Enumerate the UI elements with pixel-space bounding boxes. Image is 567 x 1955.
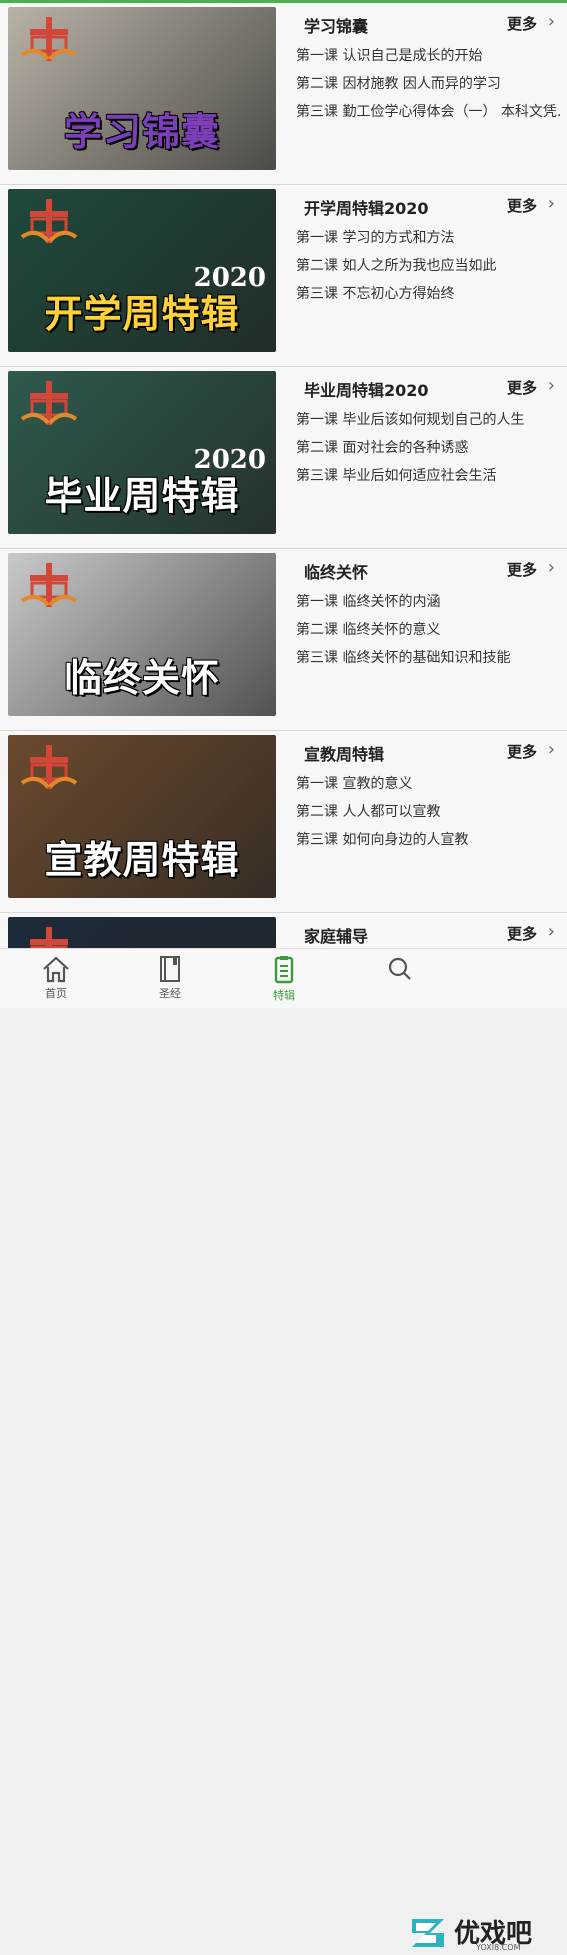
feature-title-row: 临终关怀 更多 › (296, 557, 561, 583)
church-emblem-icon (20, 381, 78, 425)
lesson-link[interactable]: 第三课 如何向身边的人宣教 (296, 829, 561, 847)
lesson-link[interactable]: 第三课 不忘初心方得始终 (296, 283, 561, 301)
church-emblem-icon (20, 199, 78, 243)
feature-title[interactable]: 学习锦囊 (304, 13, 368, 37)
feature-card[interactable]: 家庭辅导 更多 › (0, 913, 567, 948)
feature-card[interactable]: 临终关怀 临终关怀 更多 › 第一课 临终关怀的内涵 第二课 临终关怀的意义 第三课 临终关… (0, 549, 567, 731)
lesson-link[interactable]: 第一课 认识自己是成长的开始 (296, 45, 561, 63)
tab-search[interactable] (370, 955, 430, 1007)
lesson-link[interactable]: 第三课 临终关怀的基础知识和技能 (296, 647, 561, 665)
lesson-link[interactable]: 第二课 人人都可以宣教 (296, 801, 561, 819)
lesson-link[interactable]: 第一课 宣教的意义 (296, 773, 561, 791)
feature-info: 宣教周特辑 更多 › 第一课 宣教的意义 第二课 人人都可以宣教 第三课 如何向身边的人宣… (296, 739, 561, 847)
thumbnail-caption: 开学周特辑 (44, 292, 240, 336)
more-link[interactable]: 更多 (507, 377, 537, 398)
lesson-link[interactable]: 第二课 因材施教 因人而异的学习 (296, 73, 561, 91)
church-emblem-icon (20, 563, 78, 607)
bottom-tab-bar: 首页 圣经 特辑 优戏吧 YOXI8.COM (0, 948, 567, 1952)
feature-title[interactable]: 临终关怀 (304, 559, 368, 583)
thumbnail-caption: 学习锦囊 (63, 110, 220, 154)
feature-info: 学习锦囊 更多 › 第一课 认识自己是成长的开始 第二课 因材施教 因人而异的学习 第三课… (296, 11, 561, 119)
feature-thumbnail[interactable]: 学习锦囊 (8, 7, 276, 170)
more-link[interactable]: 更多 (507, 559, 537, 580)
feature-title-row: 家庭辅导 更多 › (296, 921, 561, 947)
feature-title[interactable]: 家庭辅导 (304, 923, 368, 947)
lesson-link[interactable]: 第三课 勤工俭学心得体会（一） 本科文凭… (296, 101, 561, 119)
more-link[interactable]: 更多 (507, 13, 537, 34)
lesson-link[interactable]: 第二课 临终关怀的意义 (296, 619, 561, 637)
feature-card[interactable]: 宣教周特辑 宣教周特辑 更多 › 第一课 宣教的意义 第二课 人人都可以宣教 第三课 如何向… (0, 731, 567, 913)
chevron-right-icon[interactable]: › (548, 739, 555, 760)
lesson-link[interactable]: 第一课 毕业后该如何规划自己的人生 (296, 409, 561, 427)
search-icon (388, 957, 411, 980)
tab-special[interactable]: 特辑 (254, 955, 314, 1007)
thumbnail-caption: 宣教周特辑 (44, 838, 240, 882)
chevron-right-icon[interactable]: › (548, 557, 555, 578)
feature-title[interactable]: 毕业周特辑2020 (304, 377, 429, 401)
tab-special-label: 特辑 (273, 989, 295, 1002)
church-emblem-icon (20, 745, 78, 789)
feature-title-row: 学习锦囊 更多 › (296, 11, 561, 37)
feature-info: 开学周特辑2020 更多 › 第一课 学习的方式和方法 第二课 如人之所为我也应当如此第… (296, 193, 561, 301)
book-icon (160, 956, 180, 982)
chevron-right-icon[interactable]: › (548, 11, 555, 32)
tab-home-label: 首页 (45, 987, 67, 1000)
home-icon (43, 956, 69, 983)
chevron-right-icon[interactable]: › (548, 375, 555, 396)
church-emblem-icon (30, 927, 68, 948)
feature-info: 毕业周特辑2020 更多 › 第一课 毕业后该如何规划自己的人生 第二课 面对社会的各种… (296, 375, 561, 483)
lesson-link[interactable]: 第二课 如人之所为我也应当如此 (296, 255, 561, 273)
church-emblem-icon (20, 17, 78, 61)
feature-thumbnail[interactable]: 宣教周特辑 (8, 735, 276, 898)
feature-card[interactable]: 2020 开学周特辑 开学周特辑2020 更多 › 第一课 学习的方式和方法 第二课 如人之… (0, 185, 567, 367)
document-list-icon (274, 956, 294, 984)
more-link[interactable]: 更多 (507, 923, 537, 944)
more-link[interactable]: 更多 (507, 741, 537, 762)
thumbnail-caption: 毕业周特辑 (44, 474, 240, 518)
lesson-link[interactable]: 第二课 面对社会的各种诱惑 (296, 437, 561, 455)
feature-title-row: 宣教周特辑 更多 › (296, 739, 561, 765)
feature-card[interactable]: 学习锦囊 学习锦囊 更多 › 第一课 认识自己是成长的开始 第二课 因材施教 因人而异的学… (0, 3, 567, 185)
lesson-link[interactable]: 第一课 临终关怀的内涵 (296, 591, 561, 609)
watermark-subtext: YOXI8.COM (476, 1943, 521, 1952)
lesson-link[interactable]: 第三课 毕业后如何适应社会生活 (296, 465, 561, 483)
feature-title[interactable]: 开学周特辑2020 (304, 195, 429, 219)
feature-info: 临终关怀 更多 › 第一课 临终关怀的内涵 第二课 临终关怀的意义 第三课 临终关怀的基础… (296, 557, 561, 665)
feature-title[interactable]: 宣教周特辑 (304, 741, 384, 765)
tab-home[interactable]: 首页 (26, 955, 86, 1007)
feature-thumbnail[interactable]: 2020 开学周特辑 (8, 189, 276, 352)
tab-bible-label: 圣经 (159, 987, 181, 1000)
tab-bible[interactable]: 圣经 (140, 955, 200, 1007)
feature-thumbnail[interactable]: 2020 毕业周特辑 (8, 371, 276, 534)
more-link[interactable]: 更多 (507, 195, 537, 216)
feature-info: 家庭辅导 更多 › (296, 921, 561, 947)
chevron-right-icon[interactable]: › (548, 921, 555, 942)
feature-card[interactable]: 2020 毕业周特辑 毕业周特辑2020 更多 › 第一课 毕业后该如何规划自己的人生 第二… (0, 367, 567, 549)
feature-thumbnail[interactable] (8, 917, 276, 948)
feature-list[interactable]: 学习锦囊 学习锦囊 更多 › 第一课 认识自己是成长的开始 第二课 因材施教 因人而异的学… (0, 3, 567, 948)
feature-title-row: 毕业周特辑2020 更多 › (296, 375, 561, 401)
lesson-link[interactable]: 第一课 学习的方式和方法 (296, 227, 561, 245)
thumbnail-caption: 临终关怀 (63, 656, 220, 700)
feature-title-row: 开学周特辑2020 更多 › (296, 193, 561, 219)
brand-logo-icon (412, 1919, 444, 1947)
watermark-logo: 优戏吧 YOXI8.COM (404, 1911, 564, 1955)
chevron-right-icon[interactable]: › (548, 193, 555, 214)
feature-thumbnail[interactable]: 临终关怀 (8, 553, 276, 716)
